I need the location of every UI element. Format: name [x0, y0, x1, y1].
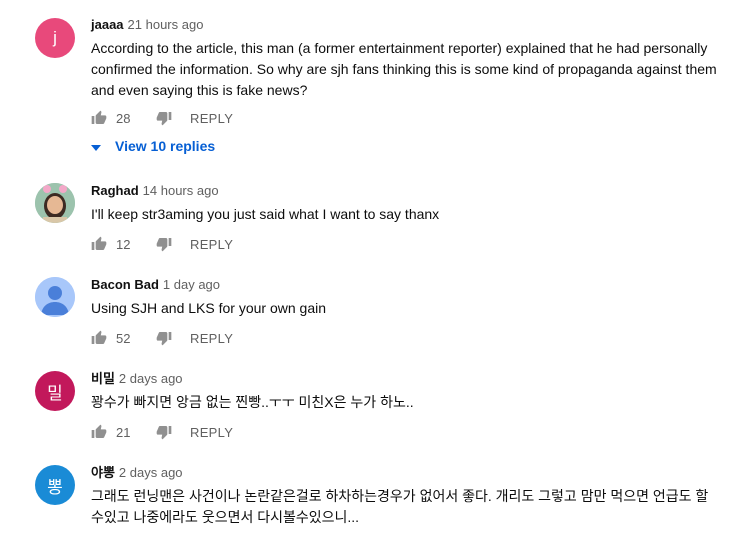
- comment-time[interactable]: 14 hours ago: [143, 183, 219, 198]
- comment-text: Using SJH and LKS for your own gain: [91, 300, 327, 316]
- comment-text: 그래도 런닝맨은 사건이나 논란같은걸로 하차하는경우가 없어서 좋다. 개리도…: [91, 488, 709, 525]
- reply-button[interactable]: REPLY: [190, 425, 233, 440]
- like-count: 28: [116, 110, 131, 126]
- avatar-letter: 밀: [47, 383, 63, 403]
- comment-time[interactable]: 2 days ago: [119, 371, 183, 386]
- comment-actions: 52 REPLY: [91, 329, 233, 347]
- caret-down-icon: [91, 138, 101, 154]
- avatar[interactable]: [35, 277, 75, 317]
- avatar[interactable]: 뽕: [35, 465, 75, 505]
- comment-header: 비밀 2 days ago: [91, 371, 183, 387]
- reply-button[interactable]: REPLY: [190, 237, 233, 252]
- comment-text: According to the article, this man (a fo…: [91, 40, 717, 98]
- comment-actions: 28 REPLY: [91, 109, 233, 127]
- avatar-letter: 뽕: [47, 477, 63, 497]
- like-icon[interactable]: [91, 424, 107, 440]
- like-icon[interactable]: [91, 110, 107, 126]
- avatar[interactable]: j: [35, 18, 75, 58]
- like-icon[interactable]: [91, 330, 107, 346]
- avatar[interactable]: 밀: [35, 371, 75, 411]
- comment-time[interactable]: 2 days ago: [119, 465, 183, 480]
- default-avatar-icon: [35, 277, 75, 317]
- comment-actions: 12 REPLY: [91, 235, 233, 253]
- reply-button[interactable]: REPLY: [190, 111, 233, 126]
- comment-time[interactable]: 1 day ago: [163, 277, 220, 292]
- comment-header: Bacon Bad 1 day ago: [91, 277, 220, 293]
- comment-header: jaaaa 21 hours ago: [91, 17, 203, 33]
- view-replies-button[interactable]: View 10 replies: [91, 138, 215, 154]
- dislike-icon[interactable]: [156, 330, 172, 346]
- like-count: 21: [116, 424, 131, 440]
- view-replies-label: View 10 replies: [115, 138, 216, 154]
- avatar-letter: j: [53, 28, 57, 47]
- comment-actions: 21 REPLY: [91, 423, 233, 441]
- like-icon[interactable]: [91, 236, 107, 252]
- comment-author[interactable]: 야뽕: [91, 465, 115, 480]
- dislike-icon[interactable]: [156, 236, 172, 252]
- avatar[interactable]: [35, 183, 75, 223]
- comment-time[interactable]: 21 hours ago: [128, 17, 204, 32]
- dislike-icon[interactable]: [156, 424, 172, 440]
- comment-author[interactable]: Bacon Bad: [91, 277, 159, 292]
- like-count: 52: [116, 330, 131, 346]
- like-count: 12: [116, 236, 131, 252]
- reply-button[interactable]: REPLY: [190, 331, 233, 346]
- comment-header: Raghad 14 hours ago: [91, 183, 219, 199]
- comment-author[interactable]: jaaaa: [91, 17, 124, 32]
- comment-header: 야뽕 2 days ago: [91, 465, 183, 481]
- comment-author[interactable]: 비밀: [91, 371, 115, 386]
- comment-text: I'll keep str3aming you just said what I…: [91, 206, 440, 222]
- comment-text: 꽝수가 빠지면 앙금 없는 찐빵..ㅜㅜ 미친X은 누가 하노..: [91, 394, 414, 410]
- dislike-icon[interactable]: [156, 110, 172, 126]
- avatar-photo: [35, 183, 75, 223]
- comment-author[interactable]: Raghad: [91, 183, 139, 198]
